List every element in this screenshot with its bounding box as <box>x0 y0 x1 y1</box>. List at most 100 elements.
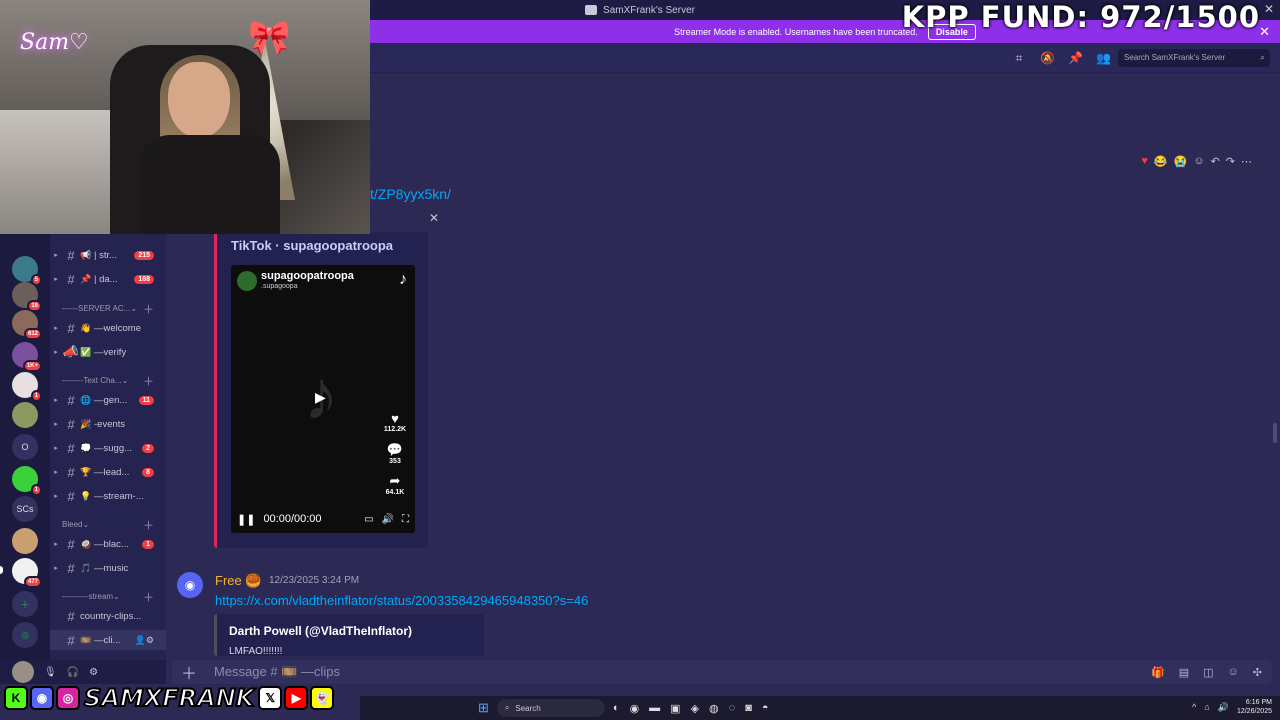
channel-item[interactable]: ▸ # 🏆 —lead... 8 <box>50 462 166 482</box>
channel-item[interactable]: ▸ # 👋 —welcome <box>50 318 166 338</box>
member-list-icon[interactable]: 👥 <box>1096 51 1111 65</box>
discover-icon[interactable]: ◎ <box>12 622 38 648</box>
gift-icon[interactable]: 🎁 <box>1151 666 1165 679</box>
server-badge: 1 <box>30 484 42 496</box>
embed-title[interactable]: TikTok · supagoopatroopa <box>231 238 393 253</box>
fullscreen-icon[interactable]: ⛶ <box>402 514 409 525</box>
attach-plus-icon[interactable]: ＋ <box>172 660 206 684</box>
channel-item[interactable]: ▸ # 🌐 —gen... 11 <box>50 390 166 410</box>
chat-scrollbar[interactable] <box>1273 423 1277 443</box>
server-icon[interactable]: 612 <box>12 310 42 340</box>
cry-reaction-icon[interactable]: 😭 <box>1174 155 1188 168</box>
category-header[interactable]: --------Text Cha... ⌄ ＋ <box>62 376 166 388</box>
add-channel-icon[interactable]: ＋ <box>143 373 154 389</box>
channel-item-selected[interactable]: # 🎞️ —cli... 👤⚙ <box>50 630 166 650</box>
server-icon[interactable]: O <box>12 434 38 460</box>
channel-name: country-clips... <box>80 610 142 622</box>
discord-avatar-icon[interactable]: ◉ <box>177 572 203 598</box>
unread-badge: 2 <box>142 443 154 453</box>
server-icon[interactable]: SCs <box>12 496 38 522</box>
server-icon[interactable]: 5 <box>12 256 42 286</box>
headphones-icon[interactable]: 🎧 <box>67 667 79 678</box>
add-channel-icon[interactable]: ＋ <box>143 301 154 317</box>
channel-item[interactable]: ▸ 📣 ✅ —verify <box>50 342 166 362</box>
channel-emoji: 🎵 <box>80 562 92 573</box>
user-settings-icon[interactable]: ⚙ <box>89 667 98 678</box>
heart-reaction-icon[interactable]: ♥ <box>1141 155 1148 168</box>
laugh-reaction-icon[interactable]: 😂 <box>1154 155 1168 168</box>
message-username[interactable]: Free 🥮 <box>215 573 262 589</box>
mute-bell-icon[interactable]: 🔕 <box>1040 51 1055 65</box>
microphone-icon[interactable]: 🎙 <box>44 667 57 678</box>
reply-icon[interactable]: ↶ <box>1211 155 1220 168</box>
remove-embed-icon[interactable]: ✕ <box>429 211 439 225</box>
search-input[interactable]: Search SamXFrank's Server ⌕ <box>1118 49 1270 67</box>
taskbar: ⊞ ⌕ Search ◐ ◉ ▬ ▣ ◈ ◍ ◌ ◙ ◓ ^ ⌂ 🔊 6:16 … <box>360 696 1280 720</box>
spotify-icon[interactable]: ◌ <box>729 702 736 715</box>
category-header[interactable]: Bleed ⌄ ＋ <box>62 520 166 532</box>
server-badge: 1 <box>30 390 42 402</box>
server-icon[interactable]: 1K+ <box>12 342 42 372</box>
search-placeholder: Search SamXFrank's Server <box>1124 53 1226 62</box>
message-link[interactable]: t/ZP8yyx5kn/ <box>370 186 451 202</box>
taskbar-search[interactable]: ⌕ Search <box>496 699 605 717</box>
channel-item[interactable]: ▸ # 🎵 —music <box>50 558 166 578</box>
add-channel-icon[interactable]: ＋ <box>143 517 154 533</box>
add-reaction-icon[interactable]: ☺ <box>1193 155 1204 168</box>
message-url[interactable]: https://x.com/vladtheinflator/status/200… <box>215 593 588 608</box>
x-embed-author[interactable]: Darth Powell (@VladTheInflator) <box>229 624 412 638</box>
category-header[interactable]: ----------stream ⌄ ＋ <box>62 592 166 604</box>
discord-taskbar-icon[interactable]: ◈ <box>691 702 699 715</box>
windows-start-icon[interactable]: ⊞ <box>478 700 489 716</box>
channel-settings-icon[interactable]: 👤⚙ <box>135 635 154 646</box>
clock[interactable]: 6:16 PM 12/26/2025 <box>1237 698 1272 716</box>
video-player[interactable]: supagoopatroopa .supagoopa ♪ ♪ ▶ ♥ 112.2… <box>231 265 415 533</box>
play-icon[interactable]: ▶ <box>315 389 326 406</box>
captions-icon[interactable]: ▭ <box>364 514 373 525</box>
server-icon[interactable]: 16 <box>12 282 42 312</box>
obs-icon[interactable]: ◙ <box>745 702 752 715</box>
window-close-icon[interactable]: ✕ <box>1264 2 1274 16</box>
forward-icon[interactable]: ↷ <box>1226 155 1235 168</box>
server-icon[interactable]: 477 <box>12 558 42 588</box>
server-icon[interactable]: 1 <box>12 372 42 402</box>
channel-emoji: 🎞️ <box>80 634 92 645</box>
sticker-icon[interactable]: ◫ <box>1203 666 1213 679</box>
channel-item[interactable]: ▸ # 💭 —sugg... 2 <box>50 438 166 458</box>
browser-icon[interactable]: ◓ <box>762 702 769 715</box>
category-header[interactable]: ------SERVER AC... ⌄ ＋ <box>62 304 166 316</box>
message-composer[interactable]: ＋ Message # 🎞️ —clips 🎁 ▤ ◫ ☺ ✣ <box>172 660 1272 684</box>
channel-item[interactable]: ▸ # 💡 —stream-... <box>50 486 166 506</box>
emoji-icon[interactable]: ☺ <box>1228 666 1239 679</box>
channel-item[interactable]: # country-clips... <box>50 606 166 626</box>
chrome-icon[interactable]: ◉ <box>630 702 640 715</box>
steam-icon[interactable]: ◍ <box>709 702 719 715</box>
pinned-icon[interactable]: 📌 <box>1068 51 1083 65</box>
user-avatar[interactable] <box>12 661 34 683</box>
banner-close-icon[interactable]: ✕ <box>1259 24 1270 40</box>
channel-item[interactable]: ▸ # 📌 | da... 168 <box>50 269 166 289</box>
store-icon[interactable]: ▣ <box>670 702 680 715</box>
pause-icon[interactable]: ❚❚ <box>237 513 255 526</box>
share-icon: ➦ <box>389 473 401 488</box>
volume-icon[interactable]: 🔊 <box>382 514 394 525</box>
file-explorer-icon[interactable]: ▬ <box>649 702 660 715</box>
comments-count: 353 <box>389 458 401 465</box>
channel-item[interactable]: ▸ # 📢 | str... 215 <box>50 245 166 265</box>
channel-item[interactable]: ▸ # 🥥 —blac... 1 <box>50 534 166 554</box>
more-options-icon[interactable]: ⋯ <box>1241 155 1252 168</box>
add-server-icon[interactable]: ＋ <box>12 591 38 617</box>
edge-icon[interactable]: ◐ <box>613 702 620 715</box>
apps-icon[interactable]: ✣ <box>1253 666 1262 679</box>
network-icon[interactable]: ⌂ <box>1204 702 1209 712</box>
add-channel-icon[interactable]: ＋ <box>143 589 154 605</box>
gif-icon[interactable]: ▤ <box>1179 666 1189 679</box>
server-icon[interactable] <box>12 528 38 554</box>
tray-arrow-icon[interactable]: ^ <box>1192 702 1196 712</box>
server-icon[interactable] <box>12 402 38 428</box>
threads-icon[interactable]: ⌗ <box>1012 51 1026 65</box>
channel-item[interactable]: ▸ # 🎉 -events <box>50 414 166 434</box>
user-panel: 🎙 🎧 ⚙ <box>0 660 166 684</box>
server-icon[interactable]: 1 <box>12 466 42 496</box>
volume-icon[interactable]: 🔊 <box>1218 702 1229 713</box>
